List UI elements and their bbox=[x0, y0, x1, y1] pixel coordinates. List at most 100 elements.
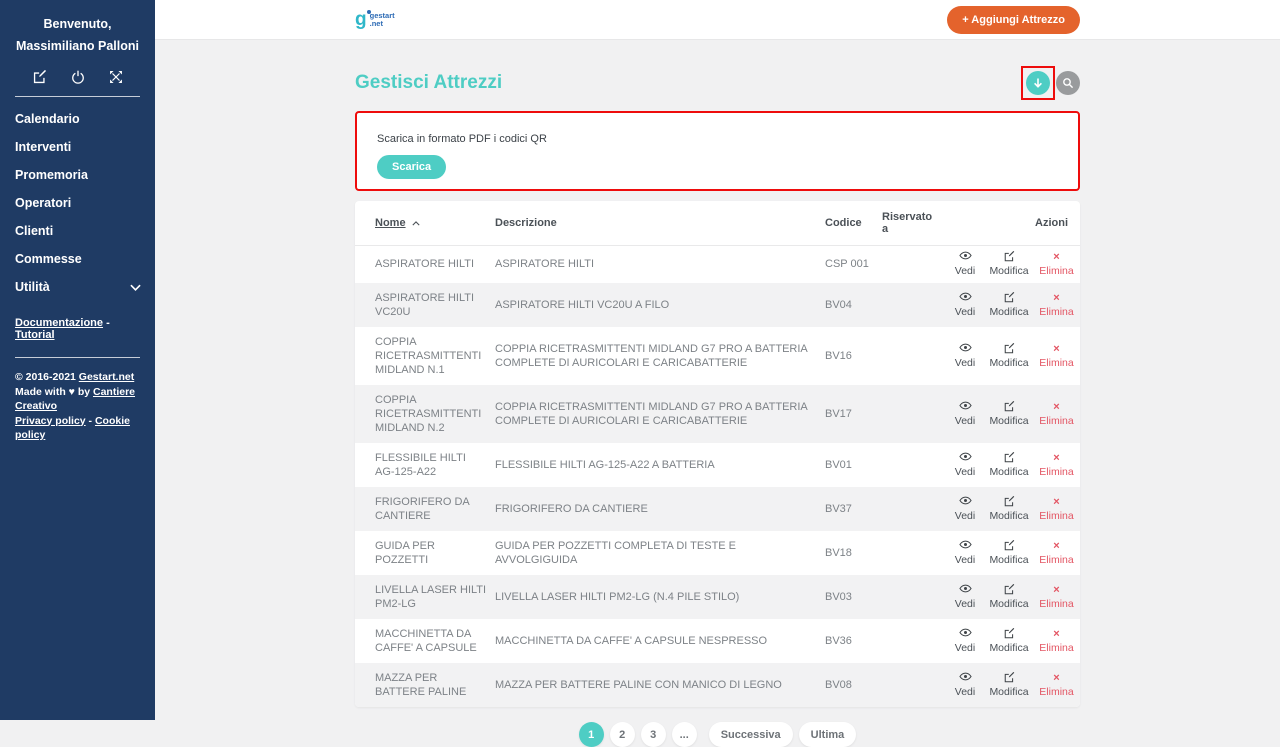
table-row: ASPIRATORE HILTI ASPIRATORE HILTI CSP 00… bbox=[355, 245, 1080, 283]
sidebar-item-utilita[interactable]: Utilità bbox=[0, 273, 155, 301]
elimina-action[interactable]: × Elimina bbox=[1033, 575, 1080, 619]
modifica-label: Modifica bbox=[987, 356, 1031, 370]
madewith-text: Made with ♥ by bbox=[15, 386, 93, 398]
delete-x-icon: × bbox=[1035, 584, 1078, 596]
eye-icon bbox=[947, 584, 983, 596]
sidebar-item-calendario[interactable]: Calendario bbox=[0, 105, 155, 133]
vedi-label: Vedi bbox=[947, 685, 983, 699]
vedi-action[interactable]: Vedi bbox=[945, 327, 985, 385]
sidebar-item-clienti[interactable]: Clienti bbox=[0, 217, 155, 245]
vedi-action[interactable]: Vedi bbox=[945, 385, 985, 443]
vedi-action[interactable]: Vedi bbox=[945, 487, 985, 531]
sort-by-nome-link[interactable]: Nome bbox=[375, 217, 406, 229]
elimina-action[interactable]: × Elimina bbox=[1033, 531, 1080, 575]
vedi-action[interactable]: Vedi bbox=[945, 283, 985, 327]
elimina-action[interactable]: × Elimina bbox=[1033, 619, 1080, 663]
cell-codice: BV16 bbox=[825, 327, 882, 385]
edit-profile-icon[interactable] bbox=[33, 70, 47, 84]
cell-codice: BV04 bbox=[825, 283, 882, 327]
vedi-action[interactable]: Vedi bbox=[945, 575, 985, 619]
modifica-action[interactable]: Modifica bbox=[985, 663, 1033, 707]
elimina-label: Elimina bbox=[1035, 264, 1078, 278]
elimina-action[interactable]: × Elimina bbox=[1033, 283, 1080, 327]
sidebar-item-promemoria[interactable]: Promemoria bbox=[0, 161, 155, 189]
vedi-action[interactable]: Vedi bbox=[945, 443, 985, 487]
fullscreen-expand-icon[interactable] bbox=[109, 70, 123, 84]
pagination-last-button[interactable]: Ultima bbox=[799, 722, 857, 747]
cell-riservato-a bbox=[882, 245, 945, 283]
documentazione-link[interactable]: Documentazione bbox=[15, 317, 103, 329]
vedi-action[interactable]: Vedi bbox=[945, 245, 985, 283]
sidebar-item-commesse[interactable]: Commesse bbox=[0, 245, 155, 273]
nav-label: Interventi bbox=[15, 140, 71, 154]
modifica-action[interactable]: Modifica bbox=[985, 575, 1033, 619]
download-qr-button[interactable] bbox=[1026, 71, 1050, 95]
modifica-action[interactable]: Modifica bbox=[985, 245, 1033, 283]
sidebar-item-operatori[interactable]: Operatori bbox=[0, 189, 155, 217]
gestart-link[interactable]: Gestart.net bbox=[79, 371, 134, 383]
elimina-action[interactable]: × Elimina bbox=[1033, 487, 1080, 531]
gestart-logo[interactable]: g gestart .net bbox=[355, 11, 395, 29]
cell-codice: BV36 bbox=[825, 619, 882, 663]
copyright-text: © 2016-2021 bbox=[15, 371, 79, 383]
vedi-action[interactable]: Vedi bbox=[945, 531, 985, 575]
table-row: MACCHINETTA DA CAFFE' A CAPSULE MACCHINE… bbox=[355, 619, 1080, 663]
sidebar-action-icons bbox=[0, 70, 155, 84]
vedi-action[interactable]: Vedi bbox=[945, 663, 985, 707]
vedi-label: Vedi bbox=[947, 509, 983, 523]
pagination-page-...[interactable]: ... bbox=[672, 722, 697, 747]
delete-x-icon: × bbox=[1035, 292, 1078, 304]
welcome-line1: Benvenuto, bbox=[0, 13, 155, 35]
logout-power-icon[interactable] bbox=[71, 70, 85, 84]
sidebar-doc-links: Documentazione - Tutorial bbox=[0, 301, 155, 341]
aggiungi-attrezzo-button[interactable]: + Aggiungi Attrezzo bbox=[947, 6, 1080, 34]
scarica-button[interactable]: Scarica bbox=[377, 155, 446, 179]
search-icon bbox=[1062, 77, 1074, 89]
eye-icon bbox=[947, 496, 983, 508]
cell-riservato-a bbox=[882, 327, 945, 385]
modifica-label: Modifica bbox=[987, 465, 1031, 479]
table-row: MAZZA PER BATTERE PALINE MAZZA PER BATTE… bbox=[355, 663, 1080, 707]
sidebar-divider-top bbox=[15, 96, 140, 97]
elimina-action[interactable]: × Elimina bbox=[1033, 443, 1080, 487]
search-button[interactable] bbox=[1056, 71, 1080, 95]
cell-nome: FRIGORIFERO DA CANTIERE bbox=[355, 487, 495, 531]
edit-icon bbox=[987, 672, 1031, 684]
cell-descrizione: LIVELLA LASER HILTI PM2-LG (N.4 PILE STI… bbox=[495, 575, 825, 619]
modifica-action[interactable]: Modifica bbox=[985, 385, 1033, 443]
cell-riservato-a bbox=[882, 663, 945, 707]
elimina-action[interactable]: × Elimina bbox=[1033, 385, 1080, 443]
modifica-action[interactable]: Modifica bbox=[985, 487, 1033, 531]
elimina-action[interactable]: × Elimina bbox=[1033, 245, 1080, 283]
pagination-page-2[interactable]: 2 bbox=[610, 722, 635, 747]
vedi-action[interactable]: Vedi bbox=[945, 619, 985, 663]
privacy-policy-link[interactable]: Privacy policy bbox=[15, 415, 86, 427]
table-row: GUIDA PER POZZETTI GUIDA PER POZZETTI CO… bbox=[355, 531, 1080, 575]
modifica-action[interactable]: Modifica bbox=[985, 619, 1033, 663]
sidebar-item-interventi[interactable]: Interventi bbox=[0, 133, 155, 161]
modifica-action[interactable]: Modifica bbox=[985, 327, 1033, 385]
tutorial-link[interactable]: Tutorial bbox=[15, 329, 55, 341]
elimina-label: Elimina bbox=[1035, 553, 1078, 567]
edit-icon bbox=[987, 251, 1031, 263]
pagination-page-1[interactable]: 1 bbox=[579, 722, 604, 747]
eye-icon bbox=[947, 628, 983, 640]
download-panel-text: Scarica in formato PDF i codici QR bbox=[377, 133, 1058, 145]
pagination: 123... Successiva Ultima bbox=[355, 722, 1080, 747]
modifica-action[interactable]: Modifica bbox=[985, 443, 1033, 487]
modifica-action[interactable]: Modifica bbox=[985, 531, 1033, 575]
madewith-line: Made with ♥ by Cantiere Creativo bbox=[15, 385, 140, 414]
main-content: Gestisci Attrezzi Scarica in formato PDF… bbox=[155, 40, 1280, 720]
modifica-action[interactable]: Modifica bbox=[985, 283, 1033, 327]
cell-codice: BV01 bbox=[825, 443, 882, 487]
vedi-label: Vedi bbox=[947, 553, 983, 567]
delete-x-icon: × bbox=[1035, 452, 1078, 464]
sort-ascending-icon bbox=[412, 221, 420, 226]
header-riservato-a: Riservato a bbox=[882, 201, 945, 245]
cell-descrizione: FLESSIBILE HILTI AG-125-A22 A BATTERIA bbox=[495, 443, 825, 487]
pagination-next-button[interactable]: Successiva bbox=[709, 722, 793, 747]
copyright-line: © 2016-2021 Gestart.net bbox=[15, 370, 140, 385]
elimina-action[interactable]: × Elimina bbox=[1033, 327, 1080, 385]
pagination-page-3[interactable]: 3 bbox=[641, 722, 666, 747]
elimina-action[interactable]: × Elimina bbox=[1033, 663, 1080, 707]
